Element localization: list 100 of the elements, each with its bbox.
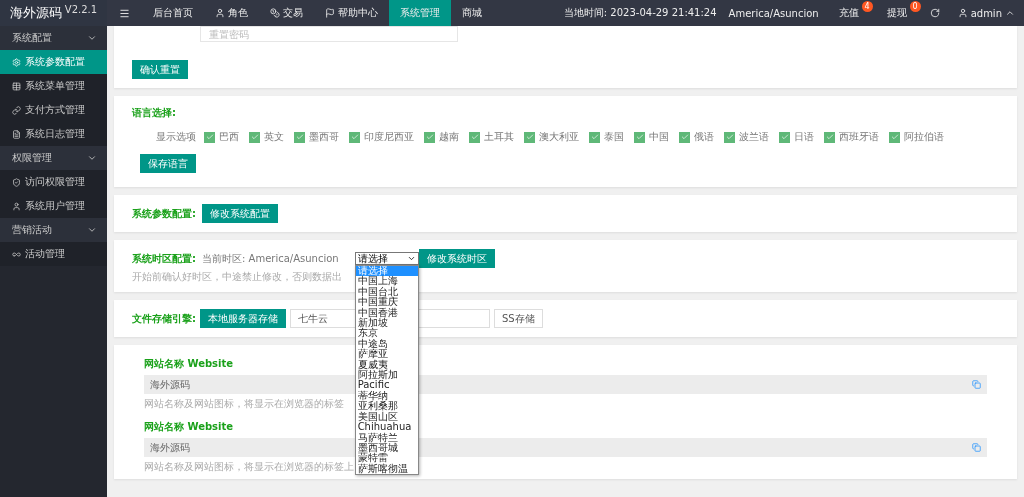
section-title: 系统时区配置: [132, 251, 196, 266]
confirm-reset-button[interactable]: 确认重置 [132, 60, 188, 79]
chevron-up-icon [1005, 8, 1015, 18]
checkbox[interactable] [249, 131, 260, 143]
refresh-icon [929, 8, 940, 18]
timezone-label: America/Asuncion [727, 6, 820, 21]
checkbox[interactable] [679, 131, 690, 143]
checkbox-label: 澳大利亚 [539, 130, 579, 144]
menu-icon [119, 7, 130, 19]
field-label: 网站名称 Website [144, 357, 234, 371]
checkbox-label: 波兰语 [739, 130, 769, 144]
checkbox-label: 印度尼西亚 [364, 130, 414, 144]
checkbox[interactable] [424, 131, 435, 143]
header-link[interactable]: 充值 4 [824, 0, 873, 26]
section-title: 系统参数配置: [132, 206, 196, 221]
link-icon [12, 105, 21, 115]
checkbox[interactable] [469, 131, 480, 143]
nav-tab[interactable]: 后台首页 [142, 0, 204, 26]
timezone-hint: 开始前确认好时区，中途禁止修改，否则数据出 [132, 271, 342, 283]
sidebar-item[interactable]: 活动管理 [0, 242, 107, 266]
sidebar-group[interactable]: 系统配置 [0, 26, 107, 50]
sidebar-group[interactable]: 权限管理 [0, 146, 107, 170]
sidebar-group[interactable]: 营销活动 [0, 218, 107, 242]
checkbox[interactable] [889, 131, 900, 143]
save-language-button[interactable]: 保存语言 [140, 154, 196, 173]
checkbox[interactable] [349, 131, 360, 143]
sidebar-item[interactable]: 系统参数配置 [0, 50, 107, 74]
checkbox-label: 土耳其 [484, 130, 514, 144]
nav-tab[interactable]: 交易 [259, 0, 314, 26]
option-label: 显示选项 [156, 130, 196, 144]
nav-tab[interactable]: 角色 [204, 0, 259, 26]
checkbox-label: 西班牙语 [839, 130, 879, 144]
dropdown-option[interactable]: Chihuahua [355, 422, 418, 433]
checkbox[interactable] [204, 131, 215, 143]
dropdown-option[interactable]: 中国上海 [355, 276, 418, 287]
dropdown-option[interactable]: 中国重庆 [355, 297, 418, 308]
user-icon [957, 8, 968, 18]
copy-icon [972, 380, 981, 389]
chevron-down-icon [87, 153, 97, 163]
checkbox-label: 日语 [794, 130, 814, 144]
version-label: V2.2.1 [64, 4, 98, 15]
section-title: 语言选择: [132, 106, 176, 120]
checkbox-label: 中国 [649, 130, 669, 144]
chevron-down-icon [87, 225, 97, 235]
timezone-select[interactable]: 请选择 [354, 252, 419, 265]
sidebar-item[interactable]: 系统日志管理 [0, 122, 107, 146]
dropdown-option[interactable]: 阿拉斯加 [355, 370, 418, 381]
chevron-down-icon [406, 254, 416, 263]
checkbox-label: 巴西 [219, 130, 239, 144]
chevron-down-icon [87, 33, 97, 43]
settings-icon [12, 57, 21, 67]
sidebar-item[interactable]: 支付方式管理 [0, 98, 107, 122]
user-icon [215, 8, 225, 18]
infinity-icon [12, 249, 21, 259]
checkbox[interactable] [294, 131, 305, 143]
checkbox[interactable] [824, 131, 835, 143]
count-badge: 4 [861, 1, 873, 12]
shield-icon [12, 177, 21, 187]
document-icon [12, 129, 21, 139]
nav-tab[interactable]: 帮助中心 [314, 0, 389, 26]
storage-option[interactable]: 本地服务器存储 [200, 309, 286, 328]
field-label: 网站名称 Website [144, 420, 234, 434]
dropdown-option[interactable]: 萨斯喀彻温 [355, 463, 418, 475]
coins-icon [270, 8, 280, 18]
edit-timezone-button[interactable]: 修改系统时区 [418, 249, 495, 268]
checkbox-label: 阿拉伯语 [904, 130, 944, 144]
checkbox[interactable] [724, 131, 735, 143]
dropdown-option[interactable]: 东京 [355, 328, 418, 339]
checkbox[interactable] [779, 131, 790, 143]
dropdown-option[interactable]: Pacific [355, 380, 418, 391]
dropdown-option[interactable]: 中途岛 [355, 338, 418, 350]
dropdown-option[interactable]: 马萨特兰 [355, 432, 418, 443]
local-time: 当地时间: 2023-04-29 21:41:24 [562, 6, 718, 20]
header-link[interactable]: 提现 0 [872, 0, 921, 26]
field-hint: 网站名称及网站图标，将显示在浏览器的标签上 [144, 461, 354, 473]
user-menu[interactable]: admin [948, 0, 1024, 26]
checkbox-label: 墨西哥 [309, 130, 339, 144]
checkbox[interactable] [589, 131, 600, 143]
checkbox[interactable] [634, 131, 645, 143]
dropdown-option[interactable]: 蒙特雷 [355, 453, 418, 464]
brand-logo: 海外源码 V2.2.1 [0, 0, 107, 26]
sidebar-item[interactable]: 系统菜单管理 [0, 74, 107, 98]
checkbox-label: 越南 [439, 130, 459, 144]
sidebar-item[interactable]: 系统用户管理 [0, 194, 107, 218]
checkbox[interactable] [524, 131, 535, 143]
dropdown-option[interactable]: 美国山区 [355, 411, 418, 423]
edit-config-button[interactable]: 修改系统配置 [202, 204, 278, 223]
nav-tab[interactable]: 商城 [451, 0, 493, 26]
sidebar-item[interactable]: 访问权限管理 [0, 170, 107, 194]
section-title: 文件存储引擎: [132, 311, 196, 326]
dropdown-option[interactable]: 亚利桑那 [355, 401, 418, 412]
storage-option[interactable]: SS存储 [494, 309, 543, 328]
dropdown-option[interactable]: 萨摩亚 [355, 349, 418, 360]
checkbox-label: 泰国 [604, 130, 624, 144]
count-badge: 0 [909, 1, 921, 12]
dropdown-option[interactable]: 中国香港 [355, 307, 418, 319]
field-hint: 网站名称及网站图标，将显示在浏览器的标签 [144, 398, 344, 410]
table-icon [12, 81, 21, 91]
copy-icon [972, 443, 981, 452]
user-icon [12, 201, 21, 211]
